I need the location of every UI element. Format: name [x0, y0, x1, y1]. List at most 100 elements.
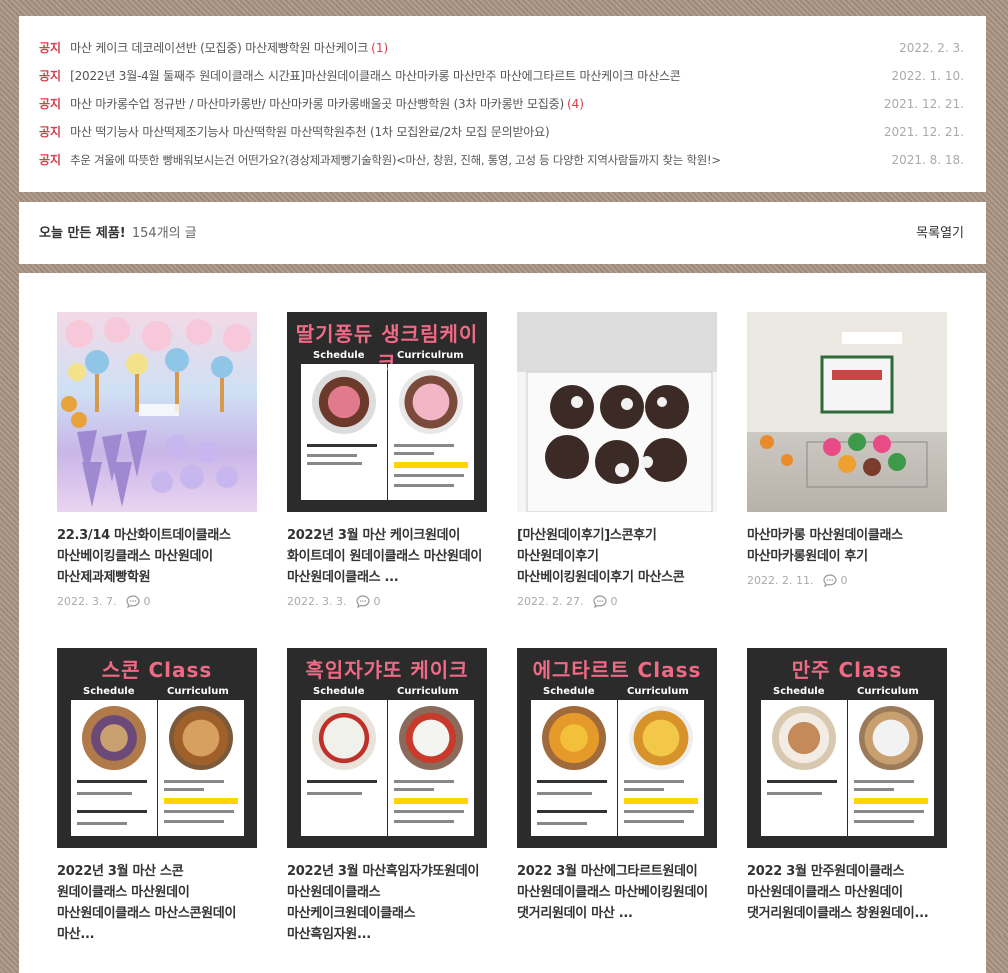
comment-icon	[823, 574, 838, 587]
notice-date: 2021. 12. 21.	[883, 125, 964, 139]
post-card[interactable]: 딸기퐁듀 생크림케이크 Schedule Curriculrum 2022년 3…	[287, 312, 487, 608]
poster-curriculum-label: Curriculrum	[397, 350, 464, 361]
poster-curriculum-label: Curriculum	[167, 686, 229, 697]
poster-curriculum-panel	[618, 700, 704, 836]
notice-date: 2022. 2. 3.	[899, 41, 964, 55]
post-date: 2022. 3. 3.	[287, 595, 347, 608]
post-meta: 2022. 2. 11. 0	[747, 574, 947, 587]
poster-heading: 흑임자갸또 케이크	[305, 658, 469, 682]
post-card[interactable]: 스콘 Class Schedule Curriculum 2022년 3월 마산…	[57, 648, 257, 945]
notice-badge: 공지	[39, 153, 62, 167]
comment-link[interactable]: 0	[356, 595, 380, 608]
notice-item[interactable]: 공지 [2022년 3월-4월 둘째주 원데이클래스 시간표]마산원데이클래스 마…	[39, 66, 964, 86]
notice-item[interactable]: 공지 마산 케이크 데코레이션반 (모집중) 마산제빵학원 마산케이크 (1) 20…	[39, 38, 964, 58]
comment-count[interactable]: (1)	[371, 41, 388, 55]
post-date: 2022. 3. 7.	[57, 595, 117, 608]
post-title[interactable]: 2022 3월 만주원데이클래스 마산원데이클래스 마산원데이 댓거리원데이클래…	[747, 861, 947, 924]
poster-schedule-label: Schedule	[83, 686, 135, 697]
post-card[interactable]: 만주 Class Schedule Curriculum 2022 3월 만주원…	[747, 648, 947, 924]
post-thumbnail[interactable]	[57, 312, 257, 512]
post-thumbnail[interactable]: 만주 Class Schedule Curriculum	[747, 648, 947, 848]
comment-link[interactable]: 0	[126, 595, 150, 608]
poster-schedule-panel	[761, 700, 847, 836]
post-card[interactable]: 에그타르트 Class Schedule Curriculum 2022 3월 …	[517, 648, 717, 924]
meringue-photo	[61, 317, 251, 507]
notice-title[interactable]: 마산 떡기능사 마산떡제조기능사 마산떡학원 마산떡학원추천 (1차 모집완료/…	[70, 125, 550, 139]
poster-schedule-label: Schedule	[773, 686, 825, 697]
notice-title[interactable]: 마산 마카롱수업 정규반 / 마산마카롱반/ 마산마카롱 마카롱배울곳 마산빵학…	[70, 97, 564, 111]
notice-item[interactable]: 공지 추운 겨울에 따뜻한 빵배워보시는건 어떤가요?(경상제과제빵기술학원)<마…	[39, 150, 964, 170]
comment-icon	[126, 595, 141, 608]
poster-curriculum-label: Curriculum	[627, 686, 689, 697]
notice-title[interactable]: 추운 겨울에 따뜻한 빵배워보시는건 어떤가요?(경상제과제빵기술학원)<마산,…	[70, 153, 721, 167]
poster-curriculum-label: Curriculum	[857, 686, 919, 697]
poster-heading: 만주 Class	[791, 658, 903, 682]
macaron-display-photo	[747, 312, 947, 488]
notice-date: 2021. 8. 18.	[891, 153, 964, 167]
post-thumbnail[interactable]: 딸기퐁듀 생크림케이크 Schedule Curriculrum	[287, 312, 487, 512]
notice-title[interactable]: [2022년 3월-4월 둘째주 원데이클래스 시간표]마산원데이클래스 마산마…	[70, 69, 681, 83]
poster-heading: 스콘 Class	[101, 658, 213, 682]
notice-date: 2021. 12. 21.	[883, 97, 964, 111]
post-card[interactable]: 22.3/14 마산화이트데이클래스 마산베이킹클래스 마산원데이 마산제과제빵…	[57, 312, 257, 608]
post-title[interactable]: 22.3/14 마산화이트데이클래스 마산베이킹클래스 마산원데이 마산제과제빵…	[57, 525, 257, 588]
post-title[interactable]: 2022년 3월 마산흑임자갸또원데이 마산원데이클래스 마산케이크원데이클래스…	[287, 861, 487, 945]
comment-icon	[593, 595, 608, 608]
poster-schedule-panel	[301, 364, 387, 500]
comment-count[interactable]: (4)	[567, 97, 584, 111]
post-thumbnail[interactable]: 에그타르트 Class Schedule Curriculum	[517, 648, 717, 848]
post-title[interactable]: 2022년 3월 마산 케이크원데이 화이트데이 원데이클래스 마산원데이 마산…	[287, 525, 487, 588]
poster-schedule-panel	[301, 700, 387, 836]
comment-count: 0	[143, 595, 151, 608]
post-title[interactable]: [마산원데이후기]스콘후기 마산원데이후기 마산베이킹원데이후기 마산스콘	[517, 525, 717, 588]
notice-badge: 공지	[39, 69, 62, 83]
post-card[interactable]: [마산원데이후기]스콘후기 마산원데이후기 마산베이킹원데이후기 마산스콘 20…	[517, 312, 717, 608]
poster-schedule-panel	[531, 700, 617, 836]
post-meta: 2022. 2. 27. 0	[517, 595, 717, 608]
poster-curriculum-panel	[388, 700, 474, 836]
comment-count: 0	[373, 595, 381, 608]
poster-schedule-label: Schedule	[313, 686, 365, 697]
post-thumbnail[interactable]: 흑임자갸또 케이크 Schedule Curriculum	[287, 648, 487, 848]
post-card[interactable]: 마산마카롱 마산원데이클래스 마산마카롱원데이 후기 2022. 2. 11. …	[747, 312, 947, 587]
comment-link[interactable]: 0	[823, 574, 847, 587]
post-title[interactable]: 2022 3월 마산에그타르트원데이 마산원데이클래스 마산베이킹원데이 댓거리…	[517, 861, 717, 924]
notice-badge: 공지	[39, 41, 62, 55]
poster-curriculum-panel	[158, 700, 244, 836]
poster-schedule-label: Schedule	[313, 350, 365, 361]
post-meta: 2022. 3. 7. 0	[57, 595, 257, 608]
comment-link[interactable]: 0	[593, 595, 617, 608]
poster-schedule-label: Schedule	[543, 686, 595, 697]
post-thumbnail[interactable]	[517, 312, 717, 512]
post-list-bar: 오늘 만든 제품! 154개의 글 목록열기	[19, 202, 986, 264]
post-count: 154개의 글	[131, 226, 197, 241]
poster-curriculum-panel	[848, 700, 934, 836]
post-title[interactable]: 2022년 3월 마산 스콘 원데이클래스 마산원데이 마산원데이클래스 마산스…	[57, 861, 257, 945]
post-date: 2022. 2. 11.	[747, 574, 814, 587]
post-thumbnail[interactable]: 스콘 Class Schedule Curriculum	[57, 648, 257, 848]
notice-title[interactable]: 마산 케이크 데코레이션반 (모집중) 마산제빵학원 마산케이크	[70, 41, 368, 55]
post-gallery: 22.3/14 마산화이트데이클래스 마산베이킹클래스 마산원데이 마산제과제빵…	[19, 273, 986, 973]
notice-item[interactable]: 공지 마산 떡기능사 마산떡제조기능사 마산떡학원 마산떡학원추천 (1차 모집완…	[39, 122, 964, 142]
list-toggle-button[interactable]: 목록열기	[916, 222, 964, 241]
cookie-box-photo	[517, 312, 717, 512]
poster-curriculum-label: Curriculum	[397, 686, 459, 697]
notice-badge: 공지	[39, 125, 62, 139]
comment-icon	[356, 595, 371, 608]
post-meta: 2022. 3. 3. 0	[287, 595, 487, 608]
post-title[interactable]: 마산마카롱 마산원데이클래스 마산마카롱원데이 후기	[747, 525, 947, 567]
notice-panel: 공지 마산 케이크 데코레이션반 (모집중) 마산제빵학원 마산케이크 (1) 20…	[19, 16, 986, 192]
post-date: 2022. 2. 27.	[517, 595, 584, 608]
comment-count: 0	[610, 595, 618, 608]
list-heading: 오늘 만든 제품! 154개의 글	[39, 222, 197, 241]
post-card[interactable]: 흑임자갸또 케이크 Schedule Curriculum 2022년 3월 마…	[287, 648, 487, 945]
notice-date: 2022. 1. 10.	[891, 69, 964, 83]
post-thumbnail[interactable]	[747, 312, 947, 512]
notice-item[interactable]: 공지 마산 마카롱수업 정규반 / 마산마카롱반/ 마산마카롱 마카롱배울곳 마산…	[39, 94, 964, 114]
category-title: 오늘 만든 제품!	[39, 226, 126, 241]
poster-schedule-panel	[71, 700, 157, 836]
poster-heading: 에그타르트 Class	[532, 658, 702, 682]
poster-curriculum-panel	[388, 364, 474, 500]
comment-count: 0	[840, 574, 848, 587]
notice-badge: 공지	[39, 97, 62, 111]
